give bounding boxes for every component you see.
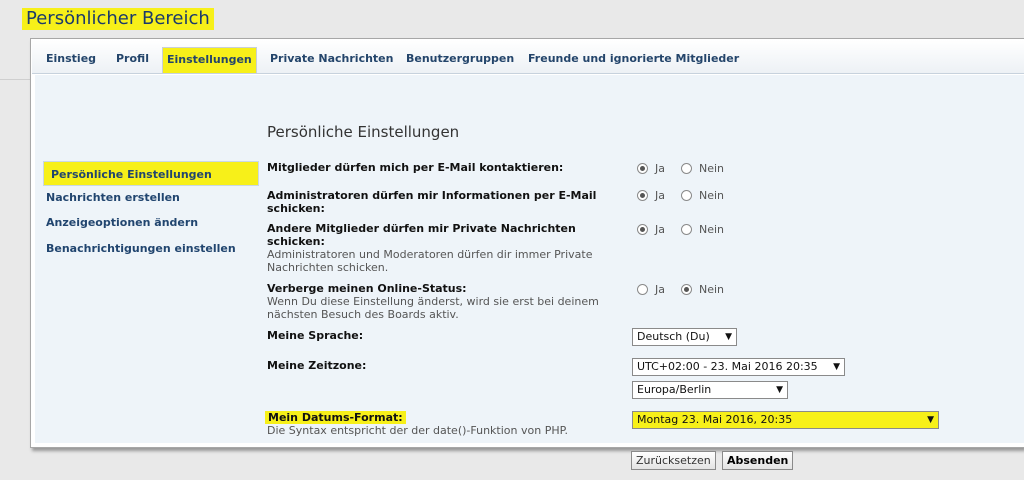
chevron-down-icon: ▼ <box>725 332 732 342</box>
email-contact-no-radio[interactable] <box>681 162 692 174</box>
private-messages-hint-line1: Administratoren und Moderatoren dürfen d… <box>267 248 593 261</box>
admin-email-label-line2: schicken: <box>267 202 325 215</box>
reset-button[interactable]: Zurücksetzen <box>631 451 716 470</box>
email-contact-yes-radio[interactable] <box>637 162 648 174</box>
content-area: Persönliche Einstellungen Nachrichten er… <box>35 75 1024 470</box>
submit-button[interactable]: Absenden <box>722 451 794 470</box>
radio-label-no: Nein <box>699 188 725 202</box>
admin-email-radio-group: Ja Nein <box>637 187 740 203</box>
private-messages-radio-group: Ja Nein <box>637 221 740 237</box>
admin-email-label-line1: Administratoren dürfen mir Informationen… <box>267 189 597 202</box>
timezone-select[interactable]: UTC+02:00 - 23. Mai 2016 20:35 ▼ <box>632 358 845 376</box>
timezone-region-value: Europa/Berlin <box>637 383 712 396</box>
email-contact-radio-group: Ja Nein <box>637 160 740 176</box>
sidebar-item-benachrichtigungen[interactable]: Benachrichtigungen einstellen <box>46 240 236 258</box>
page-title: Persönlicher Bereich <box>22 8 214 30</box>
radio-label-no: Nein <box>699 282 725 296</box>
private-messages-hint-line2: Nachrichten schicken. <box>267 261 389 274</box>
private-messages-label: Andere Mitglieder dürfen mir Private Nac… <box>267 222 576 248</box>
form-heading: Persönliche Einstellungen <box>267 123 460 141</box>
language-select[interactable]: Deutsch (Du) ▼ <box>632 328 737 346</box>
control-panel: Einstieg Profil Einstellungen Private Na… <box>30 38 1024 470</box>
online-status-no-radio[interactable] <box>681 283 692 295</box>
timezone-region-select[interactable]: Europa/Berlin ▼ <box>632 381 788 399</box>
admin-email-no-radio[interactable] <box>681 189 692 201</box>
tab-einstellungen[interactable]: Einstellungen <box>162 47 257 73</box>
tab-benutzergruppen[interactable]: Benutzergruppen <box>402 48 518 70</box>
dateformat-select-value: Montag 23. Mai 2016, 20:35 <box>637 413 793 426</box>
radio-label-yes: Ja <box>655 282 665 296</box>
online-status-hint-line2: nächsten Besuch des Boards aktiv. <box>267 308 459 321</box>
tab-profil[interactable]: Profil <box>112 48 153 70</box>
chevron-down-icon: ▼ <box>833 362 840 372</box>
tab-freunde[interactable]: Freunde und ignorierte Mitglieder <box>524 48 743 70</box>
online-status-radio-group: Ja Nein <box>637 281 740 297</box>
private-messages-no-radio[interactable] <box>681 223 692 235</box>
timezone-label: Meine Zeitzone: <box>267 359 367 372</box>
language-label: Meine Sprache: <box>267 329 364 342</box>
private-messages-yes-radio[interactable] <box>637 223 648 235</box>
timezone-select-value: UTC+02:00 - 23. Mai 2016 20:35 <box>637 360 818 373</box>
sidebar-item-anzeigeoptionen[interactable]: Anzeigeoptionen ändern <box>46 214 198 232</box>
online-status-hint-line1: Wenn Du diese Einstellung änderst, wird … <box>267 295 599 308</box>
email-contact-label: Mitglieder dürfen mich per E-Mail kontak… <box>267 161 564 174</box>
language-select-value: Deutsch (Du) <box>637 330 710 343</box>
radio-label-yes: Ja <box>655 161 665 175</box>
tab-bar: Einstieg Profil Einstellungen Private Na… <box>32 40 1024 74</box>
private-messages-label-line2: schicken: <box>267 235 325 248</box>
dateformat-select[interactable]: Montag 23. Mai 2016, 20:35 ▼ <box>632 411 939 429</box>
dateformat-label: Mein Datums-Format: <box>265 411 406 424</box>
divider <box>0 79 30 80</box>
private-messages-label-line1: Andere Mitglieder dürfen mir Private Nac… <box>267 222 576 235</box>
online-status-hint: Wenn Du diese Einstellung änderst, wird … <box>267 295 599 321</box>
radio-label-no: Nein <box>699 222 725 236</box>
tab-private-nachrichten[interactable]: Private Nachrichten <box>266 48 397 70</box>
private-messages-hint: Administratoren und Moderatoren dürfen d… <box>267 248 592 274</box>
online-status-yes-radio[interactable] <box>637 283 648 295</box>
radio-label-yes: Ja <box>655 188 665 202</box>
chevron-down-icon: ▼ <box>776 385 783 395</box>
chevron-down-icon: ▼ <box>927 415 934 425</box>
admin-email-label: Administratoren dürfen mir Informationen… <box>267 189 596 215</box>
radio-label-no: Nein <box>699 161 725 175</box>
online-status-label: Verberge meinen Online-Status: <box>267 282 467 295</box>
radio-label-yes: Ja <box>655 222 665 236</box>
dateformat-hint: Die Syntax entspricht der der date()-Fun… <box>267 424 569 437</box>
sidebar-item-persoenliche-einstellungen[interactable]: Persönliche Einstellungen <box>43 161 259 186</box>
tab-einstieg[interactable]: Einstieg <box>42 48 100 70</box>
sidebar-item-nachrichten-erstellen[interactable]: Nachrichten erstellen <box>46 189 180 207</box>
admin-email-yes-radio[interactable] <box>637 189 648 201</box>
